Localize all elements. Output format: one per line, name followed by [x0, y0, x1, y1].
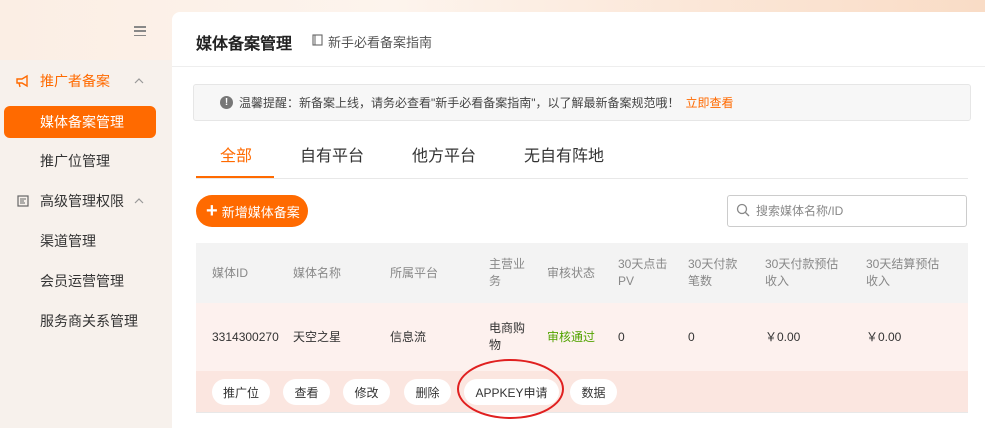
tab-own-platform[interactable]: 自有平台: [300, 142, 364, 178]
edit-button[interactable]: 修改: [343, 379, 390, 405]
cell-orders: 0: [688, 329, 695, 344]
cell-pv: 0: [618, 329, 625, 344]
chevron-up-icon: [132, 194, 146, 208]
sidebar-item-provider-relation[interactable]: 服务商关系管理: [40, 311, 138, 331]
plus-icon: +: [206, 200, 218, 222]
sidebar: 推广者备案 媒体备案管理 推广位管理 高级管理权限 渠道管理 会员运营管理 服务…: [0, 0, 172, 428]
delete-button[interactable]: 删除: [404, 379, 451, 405]
add-media-label: 新增媒体备案: [221, 204, 300, 220]
megaphone-icon: [16, 74, 30, 88]
sidebar-group-promoter[interactable]: 推广者备案: [0, 66, 172, 96]
view-button[interactable]: 查看: [283, 379, 330, 405]
tab-bar: 全部 自有平台 他方平台 无自有阵地: [195, 132, 968, 179]
column-header: 主营业务: [489, 257, 526, 288]
tab-other-platform[interactable]: 他方平台: [412, 142, 476, 178]
tab-no-own-base[interactable]: 无自有阵地: [524, 142, 604, 178]
sidebar-group-label: 推广者备案: [40, 73, 110, 89]
column-header: 30天付款笔数: [688, 257, 738, 288]
sidebar-item-member-ops[interactable]: 会员运营管理: [40, 271, 124, 291]
search-input[interactable]: [756, 204, 956, 218]
main-panel: 媒体备案管理 新手必看备案指南 ! 温馨提醒：新备案上线，请务必查看"新手必看备…: [172, 12, 985, 428]
search-icon: [736, 203, 750, 220]
notice-link[interactable]: 立即查看: [686, 94, 734, 111]
sidebar-item-media-filing[interactable]: 媒体备案管理: [4, 106, 156, 138]
search-box[interactable]: [727, 195, 967, 227]
row-actions: 推广位 查看 修改 删除 APPKEY申请 数据: [196, 359, 968, 419]
sidebar-group-advanced[interactable]: 高级管理权限: [0, 186, 172, 216]
column-header: 审核状态: [547, 265, 596, 280]
notice-banner: ! 温馨提醒：新备案上线，请务必查看"新手必看备案指南"，以了解最新备案规范哦！…: [193, 84, 971, 121]
sidebar-item-channel[interactable]: 渠道管理: [40, 231, 96, 251]
tab-all[interactable]: 全部: [195, 142, 275, 178]
cell-platform: 信息流: [390, 329, 427, 344]
annotation-circle: [457, 359, 564, 419]
data-button[interactable]: 数据: [570, 379, 617, 405]
warning-icon: !: [220, 96, 233, 109]
column-header: 媒体ID: [212, 265, 249, 280]
sidebar-group-label: 高级管理权限: [40, 193, 124, 209]
page-title: 媒体备案管理: [196, 36, 293, 53]
media-table: 媒体ID 媒体名称 所属平台 主营业务 审核状态 30天点击PV 30天付款笔数…: [196, 243, 968, 419]
menu-toggle-icon[interactable]: [134, 26, 146, 36]
column-header: 30天结算预估收入: [866, 257, 940, 288]
cell-pay-income: ￥0.00: [765, 329, 801, 344]
page-header: 媒体备案管理 新手必看备案指南: [172, 12, 985, 67]
column-header: 媒体名称: [293, 265, 342, 280]
column-header: 30天点击PV: [618, 257, 668, 288]
sidebar-item-promo-position[interactable]: 推广位管理: [40, 151, 110, 171]
promo-position-button[interactable]: 推广位: [212, 379, 270, 405]
status-badge: 审核通过: [547, 329, 596, 344]
column-header: 30天付款预估收入: [765, 257, 839, 288]
add-media-button[interactable]: + 新增媒体备案: [196, 195, 308, 227]
cell-media-id: 3314300270: [212, 329, 279, 344]
cell-settle-income: ￥0.00: [866, 329, 902, 344]
guide-link-label: 新手必看备案指南: [328, 35, 433, 50]
table-row: 3314300270 天空之星 信息流 电商购物 审核通过 0 0 ￥0.00 …: [196, 303, 968, 371]
table-header: 媒体ID 媒体名称 所属平台 主营业务 审核状态 30天点击PV 30天付款笔数…: [196, 243, 968, 303]
column-header: 所属平台: [390, 265, 439, 280]
cell-media-name: 天空之星: [293, 329, 342, 344]
settings-doc-icon: [16, 194, 30, 208]
guide-link[interactable]: 新手必看备案指南: [312, 32, 432, 51]
notice-text: 温馨提醒：新备案上线，请务必查看"新手必看备案指南"，以了解最新备案规范哦！: [239, 96, 680, 110]
book-icon: [312, 34, 323, 49]
chevron-up-icon: [132, 74, 146, 88]
